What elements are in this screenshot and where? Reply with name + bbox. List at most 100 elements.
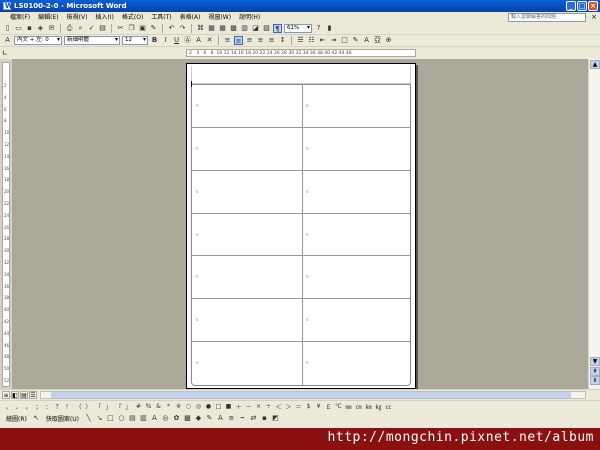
symbol-button[interactable]: ；	[34, 402, 43, 411]
menu-help[interactable]: 說明(H)	[235, 12, 264, 23]
label-table[interactable]: ¤ ¤ ¤ ¤ ¤ ¤ ¤ ¤ ¤ ¤ ¤ ¤ ¤ ¤	[191, 84, 411, 386]
symbol-button[interactable]: ■	[224, 403, 233, 410]
horizontal-scrollbar[interactable]	[40, 391, 586, 399]
arrow-style-icon[interactable]: ⇄	[249, 414, 258, 423]
draw-menu-button[interactable]: 繪圖(R)	[3, 414, 30, 423]
symbol-button[interactable]: ：	[44, 402, 53, 411]
table-row[interactable]	[192, 214, 410, 257]
bullets-icon[interactable]: ☷	[307, 36, 316, 45]
font-color-icon[interactable]: A	[362, 36, 371, 45]
select-objects-icon[interactable]: ↖	[32, 414, 41, 423]
symbol-button[interactable]: 『	[114, 402, 123, 411]
minimize-button[interactable]: _	[566, 1, 576, 11]
line-style-icon[interactable]: ≡	[227, 414, 236, 423]
oval-icon[interactable]: ○	[117, 414, 126, 423]
shadow-icon[interactable]: ▪	[260, 414, 269, 423]
email-icon[interactable]: ✉	[47, 24, 56, 33]
line-icon[interactable]: ╲	[84, 414, 93, 423]
phonetic-guide-icon[interactable]: 亞	[373, 36, 382, 45]
3d-icon[interactable]: ◩	[271, 414, 280, 423]
document-map-icon[interactable]: ▧	[262, 24, 271, 33]
maximize-button[interactable]: □	[577, 1, 587, 11]
help-icon[interactable]: ?	[314, 24, 323, 33]
diagram-icon[interactable]: ◎	[161, 414, 170, 423]
symbol-button[interactable]: ¥	[314, 403, 323, 410]
symbol-button[interactable]: ●	[204, 403, 213, 410]
open-folder-icon[interactable]: ▭	[14, 24, 23, 33]
styles-formatting-icon[interactable]: A	[3, 36, 12, 45]
table-row[interactable]	[192, 256, 410, 300]
align-left-icon[interactable]: ≡	[234, 36, 243, 45]
picture-icon[interactable]: ▩	[183, 414, 192, 423]
font-select[interactable]: 新細明體	[64, 36, 120, 45]
rectangle-icon[interactable]: □	[106, 414, 115, 423]
symbol-button[interactable]: ×	[254, 403, 263, 410]
print-layout-icon[interactable]: ▤	[20, 391, 28, 399]
autoshapes-button[interactable]: 快取圖案(U)	[43, 414, 82, 423]
symbol-button[interactable]: ㎜	[344, 402, 353, 411]
symbol-button[interactable]: ※	[174, 403, 183, 410]
align-right-icon[interactable]: ≡	[256, 36, 265, 45]
symbol-button[interactable]: ○	[184, 403, 193, 410]
highlight-icon[interactable]: ✎	[351, 36, 360, 45]
symbol-button[interactable]: ㎏	[374, 402, 383, 411]
read-icon[interactable]: ▮	[325, 24, 334, 33]
columns-icon[interactable]: ▥	[240, 24, 249, 33]
underline-button[interactable]: U	[172, 36, 181, 45]
symbol-button[interactable]: （	[74, 402, 83, 411]
outline-view-icon[interactable]: ☰	[29, 391, 37, 399]
decrease-indent-icon[interactable]: ⇤	[318, 36, 327, 45]
wordart-icon[interactable]: A	[150, 414, 159, 423]
increase-indent-icon[interactable]: ⇥	[329, 36, 338, 45]
page-header-area[interactable]	[191, 66, 411, 84]
dash-style-icon[interactable]: ┅	[238, 414, 247, 423]
research-icon[interactable]: ▤	[98, 24, 107, 33]
symbol-button[interactable]: #	[134, 403, 143, 410]
distributed-icon[interactable]: ≡	[267, 36, 276, 45]
char-shading-icon[interactable]: A	[194, 36, 203, 45]
print-preview-icon[interactable]: ⌕	[76, 24, 85, 33]
symbol-button[interactable]: ㎞	[364, 402, 373, 411]
menu-edit[interactable]: 編輯(E)	[34, 12, 62, 23]
table-row[interactable]	[192, 128, 410, 171]
new-document-icon[interactable]: ▯	[3, 24, 12, 33]
symbol-button[interactable]: ！	[64, 402, 73, 411]
symbol-button[interactable]: ＋	[234, 402, 243, 411]
redo-icon[interactable]: ↷	[178, 24, 187, 33]
word-app-icon[interactable]	[3, 0, 13, 12]
undo-icon[interactable]: ↶	[167, 24, 176, 33]
vertical-textbox-icon[interactable]: ▥	[139, 414, 148, 423]
symbol-button[interactable]: ㎝	[354, 402, 363, 411]
symbol-button[interactable]: 。	[24, 402, 33, 411]
symbol-button[interactable]: ＝	[294, 402, 303, 411]
menu-view[interactable]: 檢視(V)	[63, 12, 92, 23]
print-icon[interactable]: ⎙	[65, 24, 74, 33]
draw-font-color-icon[interactable]: A	[216, 414, 225, 423]
menu-insert[interactable]: 插入(I)	[91, 12, 117, 23]
document-close-icon[interactable]: ×	[591, 13, 597, 22]
numbering-icon[interactable]: ☰	[296, 36, 305, 45]
menu-window[interactable]: 視窗(W)	[204, 12, 235, 23]
table-row[interactable]	[192, 85, 410, 128]
help-search-input[interactable]: 輸入需要解答的問題	[508, 13, 586, 22]
scroll-up-icon[interactable]: ▲	[590, 60, 600, 69]
clipart-icon[interactable]: ✿	[172, 414, 181, 423]
font-size-select[interactable]: 12	[122, 36, 148, 45]
tab-selector-icon[interactable]: ∟	[2, 49, 10, 57]
insert-table-icon[interactable]: ▦	[218, 24, 227, 33]
line-spacing-icon[interactable]: ↕	[278, 36, 287, 45]
align-justify-icon[interactable]: ≡	[223, 36, 232, 45]
char-scale-icon[interactable]: ✕	[205, 36, 214, 45]
table-row[interactable]	[192, 299, 410, 343]
symbol-button[interactable]: ）	[84, 402, 93, 411]
symbol-button[interactable]: ＞	[284, 402, 293, 411]
close-button[interactable]: ×	[588, 1, 598, 11]
vertical-scrollbar[interactable]: ▲ ▼ ⇞ ⇟	[588, 59, 600, 389]
format-painter-icon[interactable]: ✎	[149, 24, 158, 33]
next-page-icon[interactable]: ⇟	[590, 376, 600, 385]
enclose-chars-icon[interactable]: ⊕	[384, 36, 393, 45]
symbol-button[interactable]: ，	[4, 402, 13, 411]
previous-page-icon[interactable]: ⇞	[590, 367, 600, 376]
menu-file[interactable]: 檔案(F)	[6, 12, 34, 23]
save-icon[interactable]: ▪	[25, 24, 34, 33]
